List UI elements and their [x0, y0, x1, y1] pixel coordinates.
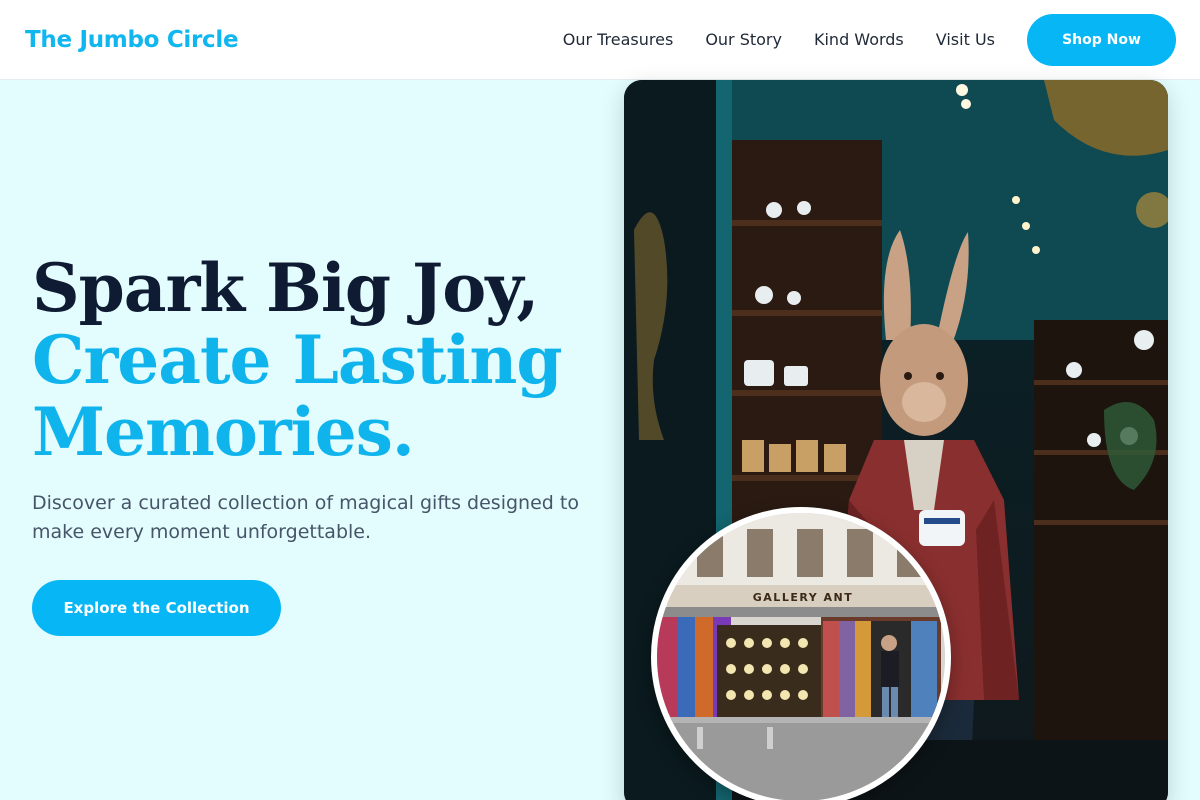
nav-link-kind-words[interactable]: Kind Words — [814, 30, 904, 49]
nav-link-visit-us[interactable]: Visit Us — [936, 30, 995, 49]
hero-headline: Spark Big Joy, Create Lasting Memories. — [32, 252, 612, 468]
brand-logo[interactable]: The Jumbo Circle — [25, 27, 239, 53]
explore-collection-button[interactable]: Explore the Collection — [32, 580, 281, 636]
headline-line-1: Spark Big Joy, — [32, 249, 539, 327]
hero-section: Spark Big Joy, Create Lasting Memories. … — [32, 252, 612, 547]
nav-link-our-treasures[interactable]: Our Treasures — [563, 30, 674, 49]
storefront-sign: GALLERY ANT — [753, 591, 853, 604]
site-header: The Jumbo Circle Our Treasures Our Story… — [0, 0, 1200, 80]
hero-subtext: Discover a curated collection of magical… — [32, 492, 579, 543]
gallery-storefront-illustration: GALLERY ANT — [657, 513, 945, 800]
headline-line-2: Create Lasting — [32, 321, 563, 399]
headline-line-3: Memories. — [32, 393, 415, 471]
main-nav: Our Treasures Our Story Kind Words Visit… — [563, 30, 995, 49]
shop-now-button[interactable]: Shop Now — [1027, 13, 1176, 66]
hero-inset-photo: GALLERY ANT — [651, 507, 951, 800]
nav-link-our-story[interactable]: Our Story — [705, 30, 782, 49]
